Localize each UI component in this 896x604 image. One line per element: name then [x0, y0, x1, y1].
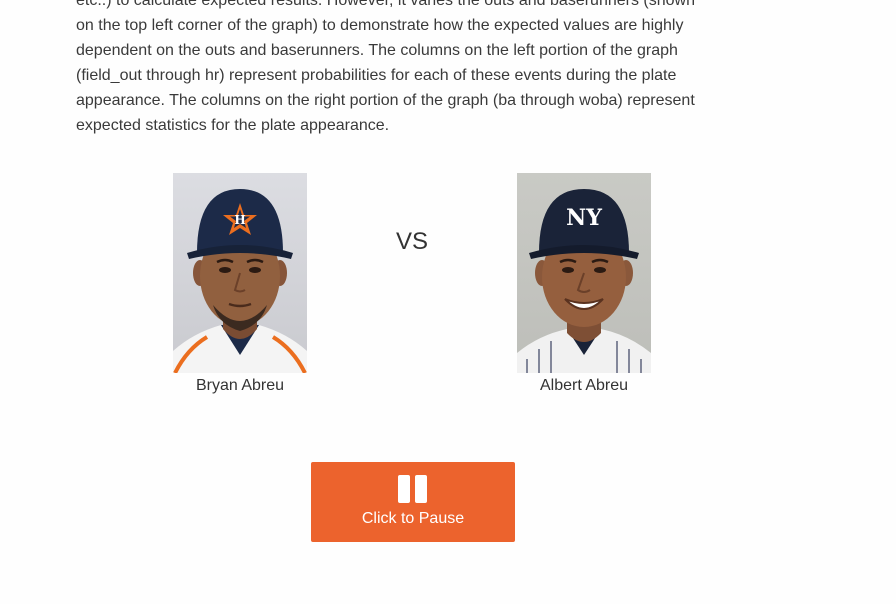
player-card-right: NY Albert Abreu	[517, 173, 651, 395]
svg-text:NY: NY	[566, 205, 602, 231]
pause-icon-bar	[415, 475, 427, 503]
pause-icon-bar	[398, 475, 410, 503]
intro-line: etc..) to calculate expected results. Ho…	[76, 0, 695, 9]
player-name-right: Albert Abreu	[539, 377, 629, 394]
player-card-left: H Bryan Abreu	[173, 173, 307, 395]
intro-paragraph: etc..) to calculate expected results. Ho…	[76, 0, 748, 138]
pause-button-label: Click to Pause	[361, 510, 465, 527]
pause-button[interactable]: Click to Pause	[311, 462, 515, 542]
svg-text:H: H	[234, 213, 245, 227]
intro-line: expected statistics for the plate appear…	[76, 117, 390, 134]
page: etc..) to calculate expected results. Ho…	[0, 0, 896, 604]
intro-line: on the top left corner of the graph) to …	[76, 17, 684, 34]
intro-line: appearance. The columns on the right por…	[76, 92, 695, 109]
bryan-abreu-headshot: H	[173, 173, 307, 373]
vs-label: VS	[396, 228, 429, 255]
intro-line: (field_out through hr) represent probabi…	[76, 67, 677, 84]
pause-icon	[398, 475, 428, 503]
albert-abreu-headshot: NY	[517, 173, 651, 373]
intro-line: dependent on the outs and baserunners. T…	[76, 42, 678, 59]
player-name-left: Bryan Abreu	[195, 377, 285, 394]
